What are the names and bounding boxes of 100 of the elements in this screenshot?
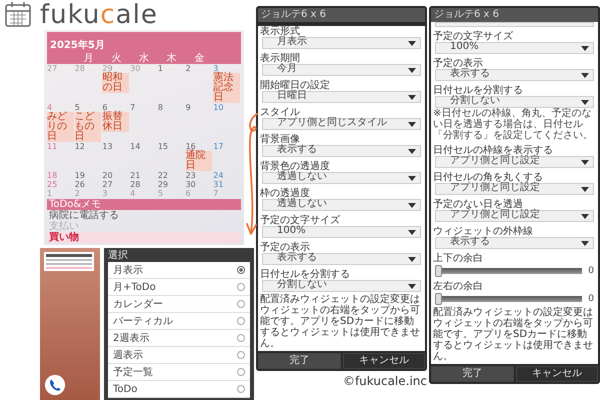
caret-icon <box>408 68 416 73</box>
option-row[interactable]: ToDo <box>108 381 250 398</box>
slider-thumb[interactable] <box>435 293 442 305</box>
radio-button[interactable] <box>237 283 245 291</box>
day-number: 11 <box>47 142 58 151</box>
caret-icon <box>581 160 589 165</box>
caret-icon <box>408 95 416 100</box>
dropdown[interactable]: 表示する <box>435 237 594 249</box>
todo-heading: ToDo&メモ <box>47 199 241 210</box>
event-chip: 憲法記念日 <box>213 73 240 103</box>
dialog-button[interactable]: 完了 <box>431 366 514 382</box>
dropdown[interactable]: 透過しない <box>262 199 421 211</box>
setting-label: 日付セルの角を丸くする <box>433 172 544 183</box>
event-chip: みどりの日 <box>47 112 74 142</box>
setting-label: 表示形式 <box>260 26 300 37</box>
option-label: 2週表示 <box>113 332 150 345</box>
radio-button[interactable] <box>237 385 245 393</box>
radio-button[interactable] <box>237 317 245 325</box>
radio-button[interactable] <box>237 300 245 308</box>
day-number: 31 <box>213 180 224 189</box>
dropdown[interactable]: アプリ側と同じ設定 <box>435 210 594 222</box>
dropdown[interactable]: 日曜日 <box>262 91 421 103</box>
panel-title: ジョルテ6 x 6 <box>431 8 598 22</box>
setting-label: 背景色の透過度 <box>260 161 331 172</box>
dropdown[interactable]: 表示する <box>262 253 421 265</box>
panel-title: ジョルテ6 x 6 <box>258 8 425 22</box>
day-number: 9 <box>186 103 192 112</box>
day-number: 3 <box>213 64 218 73</box>
weekday-label: 金 <box>193 53 206 64</box>
setting-label: 予定の表示 <box>433 58 483 69</box>
day-number: 27 <box>47 64 58 73</box>
dropdown[interactable]: 月表示 <box>262 37 421 49</box>
setting-label: 枠の透過度 <box>260 188 310 199</box>
dropdown[interactable]: アプリ側と同じ設定 <box>435 183 594 195</box>
option-label: 月+ToDo <box>113 281 156 294</box>
dropdown[interactable]: アプリ側と同じスタイル <box>262 118 421 130</box>
option-label: 月表示 <box>113 264 143 277</box>
option-row[interactable]: カレンダー <box>108 296 250 313</box>
phone-icon[interactable] <box>44 374 66 396</box>
dialog-button[interactable]: キャンセル <box>516 366 598 382</box>
dropdown[interactable]: 100% <box>262 226 421 238</box>
option-row[interactable]: 月表示 <box>108 262 250 279</box>
option-label: 週表示 <box>113 348 143 362</box>
day-number: 21 <box>130 171 142 180</box>
slider-value: 0 <box>588 266 594 276</box>
dialog-button[interactable]: キャンセル <box>342 353 425 369</box>
dropdown[interactable]: 分割しない <box>262 280 421 292</box>
day-number: 23 <box>186 171 197 180</box>
day-number: 27 <box>102 180 114 189</box>
day-number: 5 <box>74 103 81 112</box>
setting-label: ウィジェットの外枠線 <box>433 226 534 237</box>
setting-label: スタイル <box>260 107 300 118</box>
dropdown[interactable] <box>435 22 594 27</box>
dropdown[interactable]: アプリ側と同じ設定 <box>435 156 594 168</box>
day-number: 22 <box>158 171 170 180</box>
dropdown[interactable]: 分割しない <box>435 96 594 108</box>
radio-button[interactable] <box>237 368 245 376</box>
day-number: 29 <box>158 180 170 189</box>
todo-item: 病院に電話する <box>48 210 120 221</box>
day-number: 8 <box>158 103 164 112</box>
caret-icon <box>408 284 416 289</box>
setting-label: 予定の表示 <box>260 242 310 253</box>
caret-icon <box>581 46 589 51</box>
day-number: 14 <box>130 142 142 151</box>
option-row[interactable]: 予定一覧 <box>108 364 250 381</box>
setting-label: 日付セルを分割する <box>260 269 351 280</box>
dropdown[interactable]: 透過しない <box>262 172 421 184</box>
day-number: 4 <box>130 189 136 198</box>
option-row[interactable]: 2週表示 <box>108 330 250 347</box>
caret-icon <box>408 257 416 262</box>
logo-text: fukucale <box>40 0 158 30</box>
day-number: 12 <box>74 142 86 151</box>
caret-icon <box>408 41 416 46</box>
dialog-title: 選択 <box>108 250 129 262</box>
option-row[interactable]: 週表示 <box>108 347 250 364</box>
day-number: 13 <box>102 142 114 151</box>
option-row[interactable]: 月+ToDo <box>108 279 250 296</box>
day-number: 2 <box>186 64 192 73</box>
radio-button[interactable] <box>237 266 245 274</box>
setting-label: 日付セルの枠線を表示する <box>433 145 554 156</box>
caret-icon <box>581 100 589 105</box>
radio-button[interactable] <box>237 334 245 342</box>
event-chip: 振替休日 <box>102 112 130 132</box>
dialog-button[interactable]: 完了 <box>258 353 340 369</box>
day-number: 24 <box>213 171 224 180</box>
note-text: ※日付セルの枠線、角丸、予定のない日を透過する場合は、日付セル「分割する」を設定してください。 <box>433 108 594 141</box>
setting-label: 表示期間 <box>260 53 301 64</box>
dropdown[interactable]: 今月 <box>262 64 421 76</box>
dropdown[interactable]: 表示する <box>435 69 594 81</box>
option-row[interactable]: バーティカル <box>108 313 250 330</box>
slider-track[interactable] <box>435 265 582 277</box>
event-chip: こどもの日 <box>74 112 102 142</box>
dropdown[interactable]: 100% <box>435 42 594 54</box>
slider-track[interactable] <box>435 293 582 305</box>
day-number: 26 <box>74 180 86 189</box>
radio-button[interactable] <box>237 351 245 359</box>
dropdown[interactable]: 表示する <box>262 145 421 157</box>
slider-thumb[interactable] <box>435 265 442 277</box>
caret-icon <box>581 73 589 78</box>
setting-label: 左右の余白 <box>433 281 484 292</box>
